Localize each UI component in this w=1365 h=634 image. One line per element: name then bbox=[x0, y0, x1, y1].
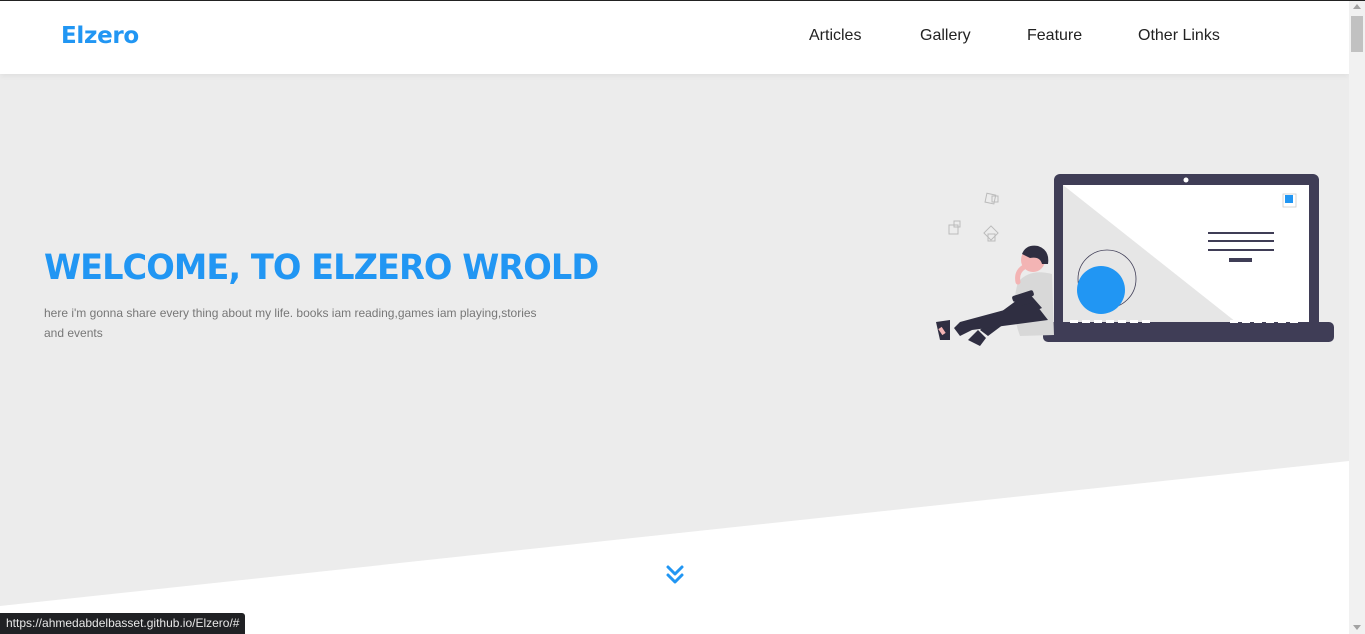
scroll-up-arrow-icon[interactable] bbox=[1349, 0, 1365, 14]
floating-shapes bbox=[948, 192, 999, 242]
page: Elzero Articles Gallery Feature Other Li… bbox=[0, 0, 1349, 634]
laptop bbox=[1043, 174, 1334, 342]
laptop-illustration bbox=[936, 174, 1334, 346]
browser-status-url: https://ahmedabdelbasset.github.io/Elzer… bbox=[0, 613, 246, 634]
nav-link-other-links[interactable]: Other Links bbox=[1138, 27, 1220, 45]
scroll-down-arrow-icon[interactable] bbox=[1349, 620, 1365, 634]
site-logo[interactable]: Elzero bbox=[61, 23, 139, 49]
hero-title: WELCOME, TO ELZERO WROLD bbox=[44, 248, 599, 288]
nav-link-articles[interactable]: Articles bbox=[809, 27, 861, 45]
double-chevron-down-icon[interactable] bbox=[663, 563, 687, 587]
hero-diagonal-cut bbox=[0, 461, 1349, 634]
nav-link-feature[interactable]: Feature bbox=[1027, 27, 1082, 45]
hero-description: here i'm gonna share every thing about m… bbox=[44, 306, 537, 340]
vertical-scrollbar[interactable] bbox=[1349, 0, 1365, 634]
site-header: Elzero Articles Gallery Feature Other Li… bbox=[0, 1, 1349, 74]
window-top-border bbox=[0, 0, 1365, 1]
person-figure bbox=[936, 245, 1054, 346]
hero-section bbox=[0, 74, 1349, 634]
scrollbar-thumb[interactable] bbox=[1351, 16, 1363, 52]
nav-link-gallery[interactable]: Gallery bbox=[920, 27, 971, 45]
